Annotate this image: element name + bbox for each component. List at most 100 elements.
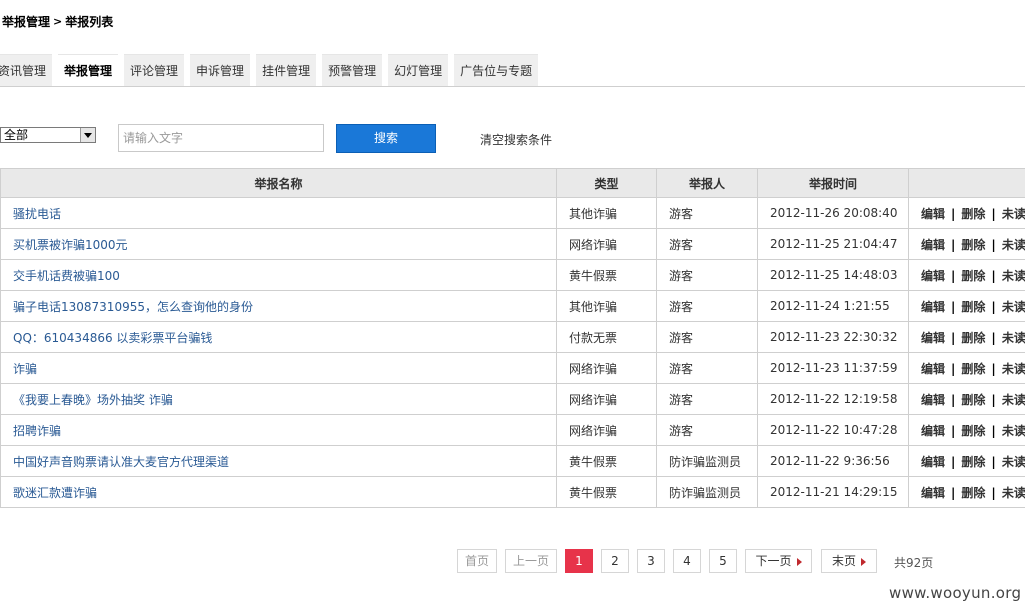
unread-link[interactable]: 未读 [1002, 331, 1025, 345]
report-name-link[interactable]: 骗子电话13087310955，怎么查询他的身份 [0, 290, 557, 322]
row-actions: 编辑 | 删除 | 未读 [908, 321, 1025, 353]
search-input[interactable] [118, 124, 324, 152]
unread-link[interactable]: 未读 [1002, 300, 1025, 314]
tab-bar: 资讯管理 举报管理 评论管理 申诉管理 挂件管理 预警管理 幻灯管理 广告位与专… [0, 54, 539, 86]
delete-link[interactable]: 删除 [961, 362, 985, 376]
action-separator: | [991, 361, 996, 376]
page-button-2[interactable]: 2 [601, 549, 629, 573]
delete-link[interactable]: 删除 [961, 424, 985, 438]
unread-link[interactable]: 未读 [1002, 424, 1025, 438]
tab-alerts[interactable]: 预警管理 [322, 54, 383, 86]
unread-link[interactable]: 未读 [1002, 238, 1025, 252]
table-row: 骚扰电话 其他诈骗 游客 2012-11-26 20:08:40 编辑 | 删除 | 未读 [0, 197, 1025, 229]
action-separator: | [991, 392, 996, 407]
delete-link[interactable]: 删除 [961, 331, 985, 345]
reporter: 游客 [656, 228, 758, 260]
reporter: 游客 [656, 290, 758, 322]
report-type: 黄牛假票 [556, 259, 657, 291]
edit-link[interactable]: 编辑 [921, 393, 945, 407]
report-type: 网络诈骗 [556, 414, 657, 446]
unread-link[interactable]: 未读 [1002, 207, 1025, 221]
edit-link[interactable]: 编辑 [921, 238, 945, 252]
action-separator: | [991, 237, 996, 252]
report-name-link[interactable]: 交手机话费被骗100 [0, 259, 557, 291]
report-name-link[interactable]: 歌迷汇款遭诈骗 [0, 476, 557, 508]
edit-link[interactable]: 编辑 [921, 455, 945, 469]
breadcrumb-parent[interactable]: 举报管理 [2, 13, 50, 30]
unread-link[interactable]: 未读 [1002, 362, 1025, 376]
reporter: 游客 [656, 321, 758, 353]
report-time: 2012-11-22 10:47:28 [757, 414, 909, 446]
column-header-actions [908, 168, 1025, 198]
delete-link[interactable]: 删除 [961, 455, 985, 469]
delete-link[interactable]: 删除 [961, 207, 985, 221]
reporter: 游客 [656, 383, 758, 415]
category-select[interactable]: 全部 [0, 127, 96, 143]
table-row: QQ：610434866 以卖彩票平台骗钱 付款无票 游客 2012-11-23 22… [0, 321, 1025, 353]
report-time: 2012-11-25 14:48:03 [757, 259, 909, 291]
report-name-link[interactable]: 招聘诈骗 [0, 414, 557, 446]
report-type: 其他诈骗 [556, 290, 657, 322]
clear-search-link[interactable]: 清空搜索条件 [480, 131, 552, 148]
tab-slides[interactable]: 幻灯管理 [388, 54, 449, 86]
delete-link[interactable]: 删除 [961, 269, 985, 283]
tab-comments[interactable]: 评论管理 [124, 54, 185, 86]
action-separator: | [991, 485, 996, 500]
tab-ads-topics[interactable]: 广告位与专题 [454, 54, 539, 86]
page-button-5[interactable]: 5 [709, 549, 737, 573]
action-separator: | [951, 330, 956, 345]
last-page-button[interactable]: 末页 [821, 549, 877, 573]
table-row: 歌迷汇款遭诈骗 黄牛假票 防诈骗监测员 2012-11-21 14:29:15 编辑 | 删… [0, 476, 1025, 508]
action-separator: | [991, 206, 996, 221]
unread-link[interactable]: 未读 [1002, 486, 1025, 500]
prev-page-button[interactable]: 上一页 [505, 549, 557, 573]
tab-widgets[interactable]: 挂件管理 [256, 54, 317, 86]
action-separator: | [951, 423, 956, 438]
unread-link[interactable]: 未读 [1002, 393, 1025, 407]
report-name-link[interactable]: 骚扰电话 [0, 197, 557, 229]
unread-link[interactable]: 未读 [1002, 455, 1025, 469]
action-separator: | [951, 268, 956, 283]
edit-link[interactable]: 编辑 [921, 331, 945, 345]
delete-link[interactable]: 删除 [961, 486, 985, 500]
page-button-1[interactable]: 1 [565, 549, 593, 573]
edit-link[interactable]: 编辑 [921, 362, 945, 376]
report-time: 2012-11-25 21:04:47 [757, 228, 909, 260]
edit-link[interactable]: 编辑 [921, 424, 945, 438]
report-name-link[interactable]: 诈骗 [0, 352, 557, 384]
report-name-link[interactable]: 中国好声音购票请认准大麦官方代理渠道 [0, 445, 557, 477]
tab-news[interactable]: 资讯管理 [0, 54, 53, 86]
delete-link[interactable]: 删除 [961, 238, 985, 252]
report-name-link[interactable]: 买机票被诈骗1000元 [0, 228, 557, 260]
next-page-button[interactable]: 下一页 [745, 549, 812, 573]
reports-table: 举报名称 类型 举报人 举报时间 骚扰电话 其他诈骗 游客 2012-11-26 20… [0, 168, 1025, 508]
row-actions: 编辑 | 删除 | 未读 [908, 197, 1025, 229]
report-time: 2012-11-23 22:30:32 [757, 321, 909, 353]
category-select-value: 全部 [4, 128, 29, 142]
row-actions: 编辑 | 删除 | 未读 [908, 476, 1025, 508]
delete-link[interactable]: 删除 [961, 300, 985, 314]
action-separator: | [951, 454, 956, 469]
search-button[interactable]: 搜索 [336, 124, 436, 153]
edit-link[interactable]: 编辑 [921, 486, 945, 500]
edit-link[interactable]: 编辑 [921, 207, 945, 221]
report-type: 网络诈骗 [556, 228, 657, 260]
row-actions: 编辑 | 删除 | 未读 [908, 383, 1025, 415]
action-separator: | [951, 361, 956, 376]
chevron-down-icon[interactable] [80, 128, 95, 142]
report-name-link[interactable]: 《我要上春晚》场外抽奖 诈骗 [0, 383, 557, 415]
unread-link[interactable]: 未读 [1002, 269, 1025, 283]
report-name-link[interactable]: QQ：610434866 以卖彩票平台骗钱 [0, 321, 557, 353]
tab-appeals[interactable]: 申诉管理 [190, 54, 251, 86]
edit-link[interactable]: 编辑 [921, 269, 945, 283]
action-separator: | [991, 299, 996, 314]
page-button-4[interactable]: 4 [673, 549, 701, 573]
edit-link[interactable]: 编辑 [921, 300, 945, 314]
row-actions: 编辑 | 删除 | 未读 [908, 228, 1025, 260]
tab-reports[interactable]: 举报管理 [58, 54, 119, 86]
delete-link[interactable]: 删除 [961, 393, 985, 407]
report-time: 2012-11-21 14:29:15 [757, 476, 909, 508]
page-button-3[interactable]: 3 [637, 549, 665, 573]
first-page-button[interactable]: 首页 [457, 549, 497, 573]
breadcrumb: 举报管理 > 举报列表 [2, 13, 113, 30]
